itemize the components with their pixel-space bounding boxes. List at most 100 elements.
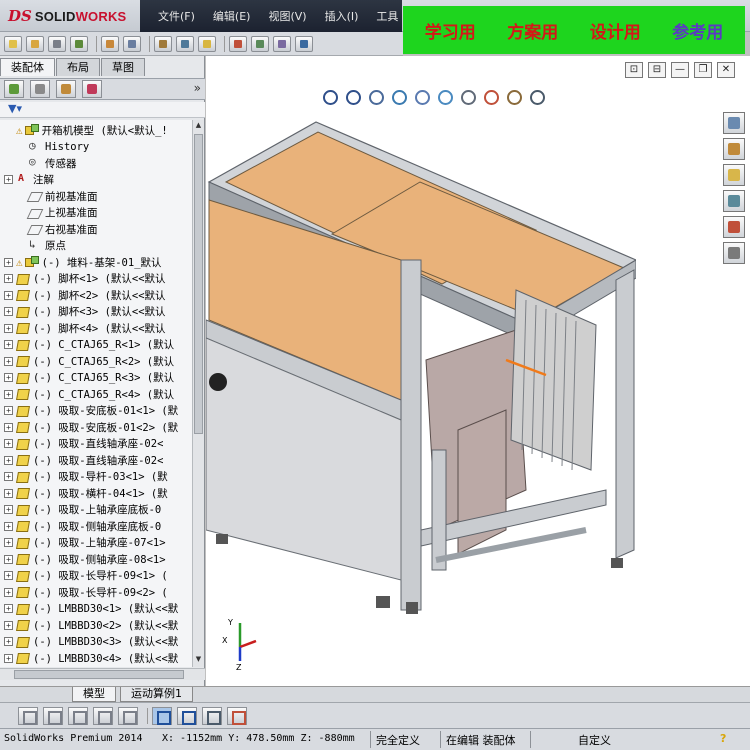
carton-erector-model[interactable]	[206, 110, 636, 620]
expand-toggle-icon[interactable]: +	[4, 274, 13, 284]
previous-view-icon[interactable]	[366, 87, 384, 105]
expand-toggle-icon[interactable]: +	[4, 653, 13, 663]
component-icon[interactable]	[154, 35, 172, 52]
tab-motion-study[interactable]: 运动算例1	[120, 687, 193, 702]
explode-icon[interactable]	[251, 35, 269, 52]
display-style-icon[interactable]	[435, 87, 453, 105]
close-icon[interactable]: ✕	[717, 62, 735, 78]
expand-toggle-icon[interactable]: +	[4, 521, 13, 531]
tree-item[interactable]: + (-) 吸取-导杆-03<1> (默	[0, 469, 192, 486]
expand-toggle-icon[interactable]: +	[4, 488, 13, 498]
hidden-lines-icon[interactable]	[43, 706, 63, 725]
tree-item[interactable]: + (-) 吸取-安底板-01<1> (默	[0, 403, 192, 420]
expand-toggle-icon[interactable]: +	[4, 472, 13, 482]
tree-item[interactable]: + (-) C_CTAJ65_R<2> (默认	[0, 353, 192, 370]
solidworks-resources-icon[interactable]	[723, 112, 745, 134]
restore-icon[interactable]: ❐	[694, 62, 712, 78]
view-palette-icon[interactable]	[723, 190, 745, 212]
mate-icon[interactable]	[176, 35, 194, 52]
scroll-down-icon[interactable]: ▼	[194, 655, 203, 666]
section-view-icon[interactable]	[389, 87, 407, 105]
smart-fastener-icon[interactable]	[198, 35, 216, 52]
expand-toggle-icon[interactable]: +	[4, 554, 13, 564]
tab-layout[interactable]: 布局	[56, 58, 100, 76]
expand-toggle-icon[interactable]: +	[4, 637, 13, 647]
tree-item[interactable]: + (-) LMBBD30<1> (默认<<默	[0, 601, 192, 618]
expand-toggle-icon[interactable]: +	[4, 571, 13, 581]
help-icon[interactable]: ?	[720, 732, 726, 745]
shaded-edges-icon[interactable]	[93, 706, 113, 725]
open-folder-icon[interactable]	[26, 35, 44, 52]
tab-model[interactable]: 模型	[72, 687, 116, 702]
hscroll-thumb[interactable]	[14, 670, 184, 679]
appearance-manager-icon[interactable]	[82, 80, 102, 98]
expand-toggle-icon[interactable]: +	[4, 422, 13, 432]
expand-toggle-icon[interactable]: +	[4, 587, 13, 597]
render-icon[interactable]	[227, 706, 247, 725]
shaded-icon[interactable]	[118, 706, 138, 725]
tree-item[interactable]: + (-) 脚杯<4> (默认<<默认	[0, 320, 192, 337]
expand-panel-button[interactable]: »	[194, 81, 201, 95]
tree-item[interactable]: + (-) 吸取-长导杆-09<1> (	[0, 568, 192, 585]
expand-toggle-icon[interactable]: +	[4, 373, 13, 383]
tree-item[interactable]: + (-) LMBBD30<3> (默认<<默	[0, 634, 192, 651]
tab-assembly[interactable]: 装配体	[0, 58, 55, 76]
scene-icon[interactable]	[504, 87, 522, 105]
tree-item[interactable]: ⚠ 开箱机模型 (默认<默认_!	[0, 122, 192, 139]
tree-item[interactable]: + 注解	[0, 172, 192, 189]
tab-sketch[interactable]: 草图	[101, 58, 145, 76]
expand-toggle-icon[interactable]: +	[4, 307, 13, 317]
menu-tools[interactable]: 工具	[376, 8, 398, 24]
units-selector[interactable]: 自定义	[578, 732, 611, 748]
tree-item[interactable]: 原点	[0, 238, 192, 255]
expand-toggle-icon[interactable]: +	[4, 505, 13, 515]
tree-item[interactable]: + (-) 吸取-横杆-04<1> (默	[0, 485, 192, 502]
help-icon[interactable]	[295, 35, 313, 52]
solidworks-logo[interactable]: DS SOLIDWORKS	[8, 6, 126, 26]
move-component-icon[interactable]	[229, 35, 247, 52]
pen-icon[interactable]	[48, 35, 66, 52]
options-icon[interactable]	[273, 35, 291, 52]
tree-item[interactable]: + (-) C_CTAJ65_R<3> (默认	[0, 370, 192, 387]
menu-edit[interactable]: 编辑(E)	[213, 8, 251, 24]
scroll-up-icon[interactable]: ▲	[194, 121, 203, 132]
expand-toggle-icon[interactable]: +	[4, 439, 13, 449]
menu-insert[interactable]: 插入(I)	[325, 8, 359, 24]
viewport-layout-icon[interactable]: ⊡	[625, 62, 643, 78]
wireframe-icon[interactable]	[18, 706, 38, 725]
custom-properties-icon[interactable]	[723, 242, 745, 264]
expand-toggle-icon[interactable]: +	[4, 604, 13, 614]
menu-file[interactable]: 文件(F)	[158, 8, 195, 24]
expand-toggle-icon[interactable]: +	[4, 538, 13, 548]
split-view-icon[interactable]	[202, 706, 222, 725]
assembly-icon[interactable]	[70, 35, 88, 52]
expand-toggle-icon[interactable]: +	[4, 323, 13, 333]
tree-item[interactable]: 传感器	[0, 155, 192, 172]
tree-item[interactable]: 前视基准面	[0, 188, 192, 205]
view-options-icon[interactable]	[123, 35, 141, 52]
tree-item[interactable]: 右视基准面	[0, 221, 192, 238]
feature-manager-icon[interactable]	[4, 80, 24, 98]
scroll-thumb[interactable]	[194, 134, 203, 434]
isometric-view-icon[interactable]	[177, 706, 197, 725]
front-view-icon[interactable]	[152, 706, 172, 725]
design-library-icon[interactable]	[723, 138, 745, 160]
tree-item[interactable]: + (-) C_CTAJ65_R<1> (默认	[0, 337, 192, 354]
expand-toggle-icon[interactable]: +	[4, 620, 13, 630]
tree-item[interactable]: + (-) 吸取-直线轴承座-02<	[0, 452, 192, 469]
view-settings-icon[interactable]	[527, 87, 545, 105]
tree-item[interactable]: + (-) 吸取-直线轴承座-02<	[0, 436, 192, 453]
tree-item[interactable]: + (-) 吸取-上轴承座底板-0	[0, 502, 192, 519]
file-explorer-icon[interactable]	[723, 164, 745, 186]
tree-item[interactable]: + (-) LMBBD30<4> (默认<<默	[0, 650, 192, 667]
tree-item[interactable]: + (-) C_CTAJ65_R<4> (默认	[0, 386, 192, 403]
tree-item[interactable]: 上视基准面	[0, 205, 192, 222]
expand-toggle-icon[interactable]: +	[4, 340, 13, 350]
menu-view[interactable]: 视图(V)	[268, 8, 306, 24]
property-manager-icon[interactable]	[30, 80, 50, 98]
minimize-icon[interactable]: —	[671, 62, 689, 78]
tree-item[interactable]: + (-) 吸取-上轴承座-07<1>	[0, 535, 192, 552]
expand-toggle-icon[interactable]: +	[4, 356, 13, 366]
tree-item[interactable]: History	[0, 139, 192, 156]
expand-toggle-icon[interactable]: +	[4, 290, 13, 300]
